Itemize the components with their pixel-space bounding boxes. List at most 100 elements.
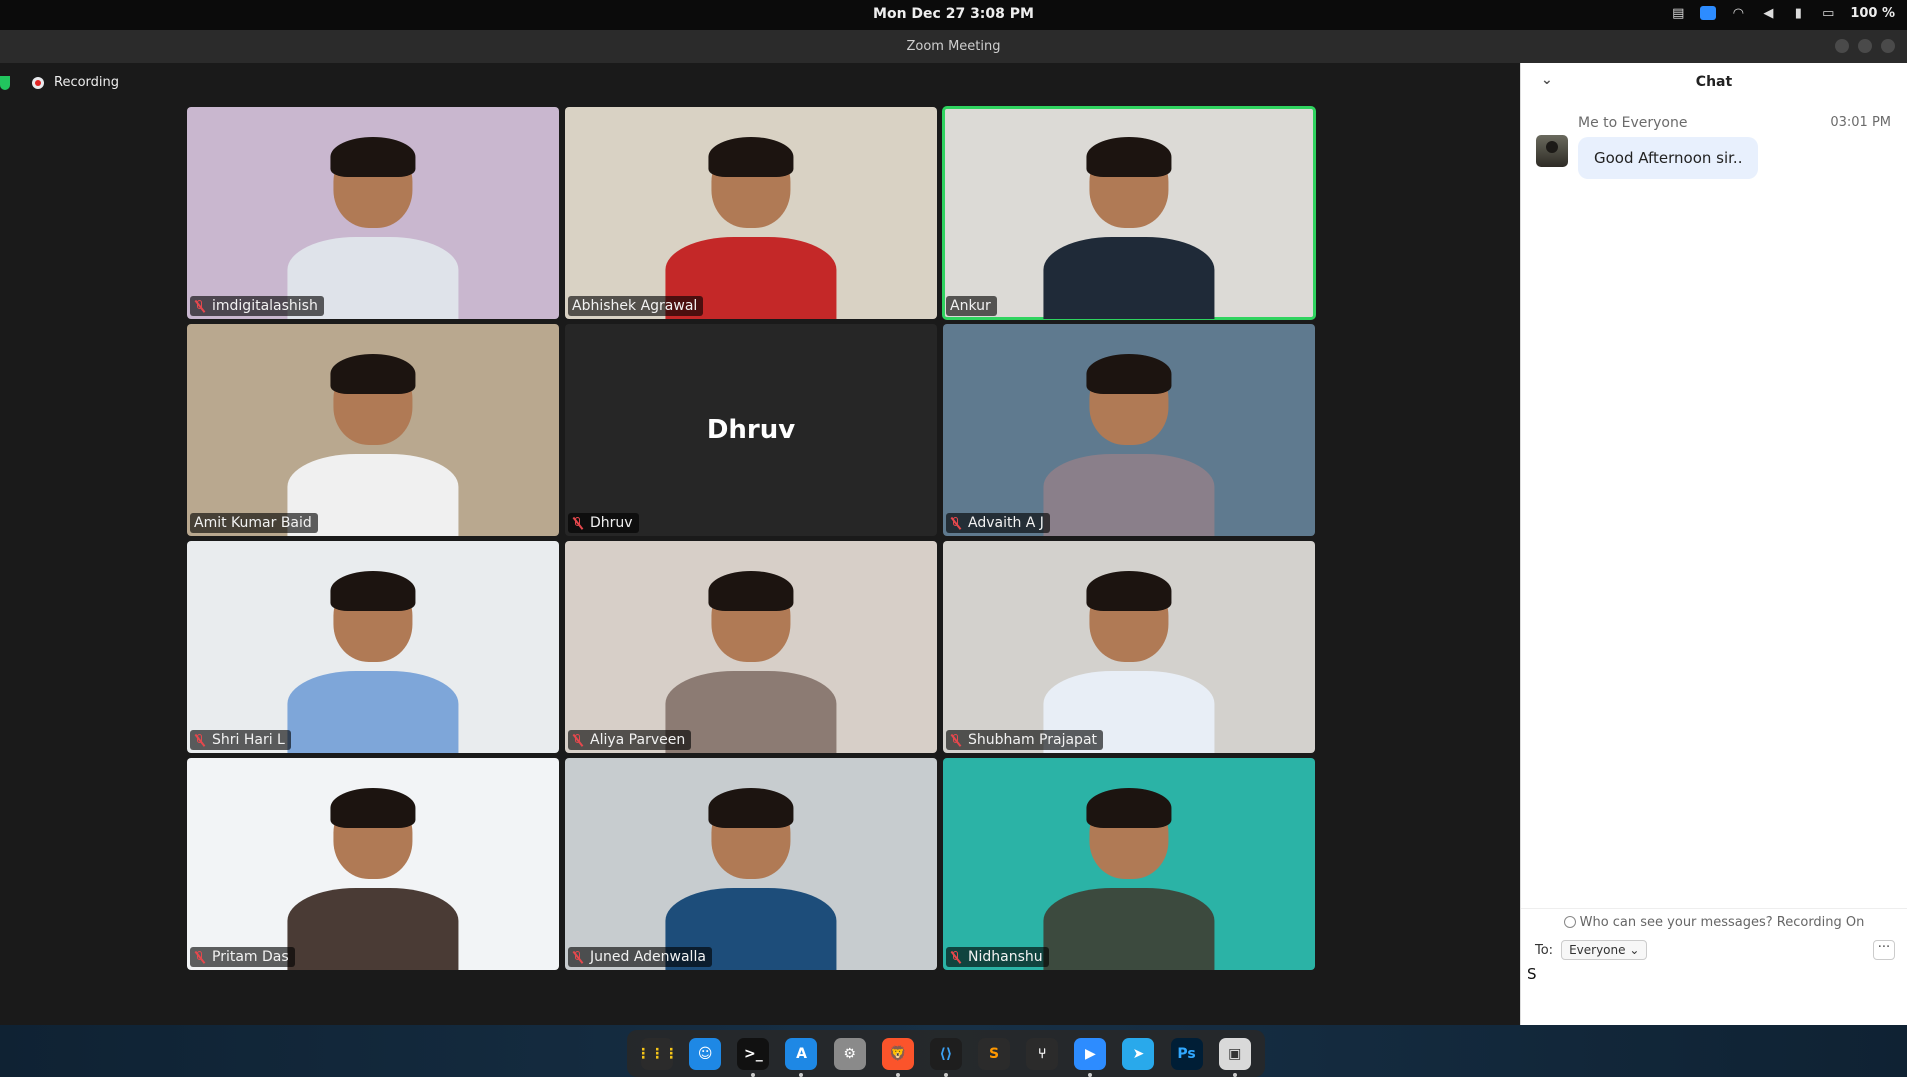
message-bubble[interactable]: Good Afternoon sir.. xyxy=(1578,137,1759,179)
video-tile[interactable]: Nidhanshu xyxy=(943,758,1315,970)
encryption-shield-icon[interactable] xyxy=(0,75,10,90)
recipient-value: Everyone xyxy=(1569,943,1626,957)
participant-name: Dhruv xyxy=(590,515,633,531)
video-tile[interactable]: Advaith A J xyxy=(943,324,1315,536)
participant-name: Advaith A J xyxy=(968,515,1044,531)
window-controls xyxy=(1835,39,1895,53)
participant-video xyxy=(287,353,459,536)
close-button[interactable] xyxy=(1881,39,1895,53)
dock-terminal-icon[interactable]: >_ xyxy=(737,1037,770,1077)
meeting-stage: Recording imdigitalashish Abhishek Agrawa… xyxy=(0,63,1520,1025)
battery-icon[interactable]: ▭ xyxy=(1820,5,1836,21)
message-input[interactable]: S xyxy=(1527,965,1897,1015)
video-tile[interactable]: Aliya Parveen xyxy=(565,541,937,753)
window-title: Zoom Meeting xyxy=(906,39,1001,54)
dock-vscode-icon[interactable]: ⟨⟩ xyxy=(929,1037,962,1077)
chevron-down-icon: ⌄ xyxy=(1629,943,1640,957)
video-tile[interactable]: Abhishek Agrawal xyxy=(565,107,937,319)
participant-name-tag: Dhruv xyxy=(568,513,639,533)
recipient-row: To: Everyone ⌄ ··· xyxy=(1535,939,1895,961)
recording-label: Recording xyxy=(54,75,120,90)
chat-header: ⌄ Chat xyxy=(1521,63,1907,101)
dock-zoom-icon[interactable]: ▶ xyxy=(1074,1037,1107,1077)
chat-panel: ⌄ Chat Me to Everyone 03:01 PM Good Afte… xyxy=(1520,63,1907,1025)
mic-muted-icon xyxy=(950,733,962,747)
avatar[interactable] xyxy=(1536,135,1568,167)
video-tile[interactable]: Dhruv Dhruv xyxy=(565,324,937,536)
participant-name-tag: Nidhanshu xyxy=(946,947,1049,967)
participant-name: Amit Kumar Baid xyxy=(194,515,312,531)
participant-video xyxy=(665,787,837,970)
dock-screenshot-icon[interactable]: ▣ xyxy=(1218,1037,1251,1077)
dock-settings-icon[interactable]: ⚙ xyxy=(833,1037,866,1070)
system-tray: ▤ ◠ ◀ ▮ ▭ 100 % xyxy=(1670,5,1895,21)
more-options-button[interactable]: ··· xyxy=(1873,940,1895,960)
participant-name: Shubham Prajapat xyxy=(968,732,1098,748)
message-time: 03:01 PM xyxy=(1830,115,1891,130)
mic-muted-icon xyxy=(194,299,206,313)
participant-name-tag: Abhishek Agrawal xyxy=(568,296,704,316)
participant-name: Shri Hari L xyxy=(212,732,285,748)
recording-dot-icon xyxy=(32,76,44,89)
battery-level: 100 % xyxy=(1850,5,1895,21)
participant-video xyxy=(287,787,459,970)
participant-video xyxy=(665,136,837,319)
dock-sublime-icon[interactable]: S xyxy=(978,1037,1011,1070)
clipboard-icon[interactable]: ▤ xyxy=(1670,5,1686,21)
mic-muted-icon xyxy=(572,516,584,530)
participant-name-tag: Shubham Prajapat xyxy=(946,730,1104,750)
participant-name-tag: imdigitalashish xyxy=(190,296,324,316)
video-tile[interactable]: Amit Kumar Baid xyxy=(187,324,559,536)
mic-muted-icon xyxy=(950,516,962,530)
people-info-icon xyxy=(1563,916,1576,928)
participant-name-tag: Ankur xyxy=(946,296,997,316)
participant-video xyxy=(1043,570,1215,753)
privacy-notice[interactable]: Who can see your messages? Recording On xyxy=(1521,908,1907,934)
participant-name: Juned Adenwalla xyxy=(590,949,706,965)
mic-muted-icon xyxy=(950,950,962,964)
system-clock[interactable]: Mon Dec 27 3:08 PM xyxy=(0,6,1907,22)
minimize-button[interactable] xyxy=(1835,39,1849,53)
system-top-bar: Mon Dec 27 3:08 PM ▤ ◠ ◀ ▮ ▭ 100 % xyxy=(0,0,1907,30)
video-tile[interactable]: Pritam Das xyxy=(187,758,559,970)
dock-app-store-icon[interactable]: A xyxy=(785,1037,818,1077)
video-tile[interactable]: Ankur xyxy=(942,106,1316,320)
participant-name: imdigitalashish xyxy=(212,298,318,314)
wifi-icon[interactable]: ◠ xyxy=(1730,5,1746,21)
participant-video xyxy=(287,136,459,319)
mic-muted-icon xyxy=(572,950,584,964)
video-tile[interactable]: imdigitalashish xyxy=(187,107,559,319)
chat-title: Chat xyxy=(1695,74,1733,90)
dock-app-grid-icon[interactable]: ⋮⋮⋮ xyxy=(636,1037,678,1070)
volume-icon[interactable]: ◀ xyxy=(1760,5,1776,21)
participant-video xyxy=(1043,787,1215,970)
video-tile[interactable]: Juned Adenwalla xyxy=(565,758,937,970)
zoom-tray-icon[interactable] xyxy=(1700,6,1717,20)
mic-muted-icon xyxy=(194,733,206,747)
privacy-notice-text: Who can see your messages? Recording On xyxy=(1579,915,1865,930)
participant-name-tag: Pritam Das xyxy=(190,947,295,967)
window-title-bar: Zoom Meeting xyxy=(0,30,1907,63)
participant-name: Nidhanshu xyxy=(968,949,1043,965)
recording-indicator[interactable]: Recording xyxy=(0,75,119,90)
dock-photoshop-icon[interactable]: Ps xyxy=(1170,1037,1203,1070)
participant-name: Abhishek Agrawal xyxy=(572,298,698,314)
participant-video xyxy=(287,570,459,753)
dock-finder-icon[interactable]: ☺ xyxy=(689,1037,722,1070)
video-tile[interactable]: Shri Hari L xyxy=(187,541,559,753)
participant-name: Aliya Parveen xyxy=(590,732,686,748)
maximize-button[interactable] xyxy=(1858,39,1872,53)
dock-git-fork-icon[interactable]: ⑂ xyxy=(1026,1037,1059,1070)
mic-muted-icon xyxy=(194,950,206,964)
dock-telegram-icon[interactable]: ➤ xyxy=(1122,1037,1155,1070)
message-sender: Me to Everyone xyxy=(1578,115,1688,131)
participant-video xyxy=(665,570,837,753)
video-tile[interactable]: Shubham Prajapat xyxy=(943,541,1315,753)
participant-placeholder-name: Dhruv xyxy=(706,415,796,445)
participant-name: Ankur xyxy=(950,298,991,314)
participant-name-tag: Juned Adenwalla xyxy=(568,947,712,967)
video-gallery: imdigitalashish Abhishek Agrawal Ankur Amit… xyxy=(187,106,1321,973)
microphone-icon[interactable]: ▮ xyxy=(1790,5,1806,21)
dock-brave-icon[interactable]: 🦁 xyxy=(881,1037,914,1077)
recipient-select[interactable]: Everyone ⌄ xyxy=(1561,940,1648,960)
